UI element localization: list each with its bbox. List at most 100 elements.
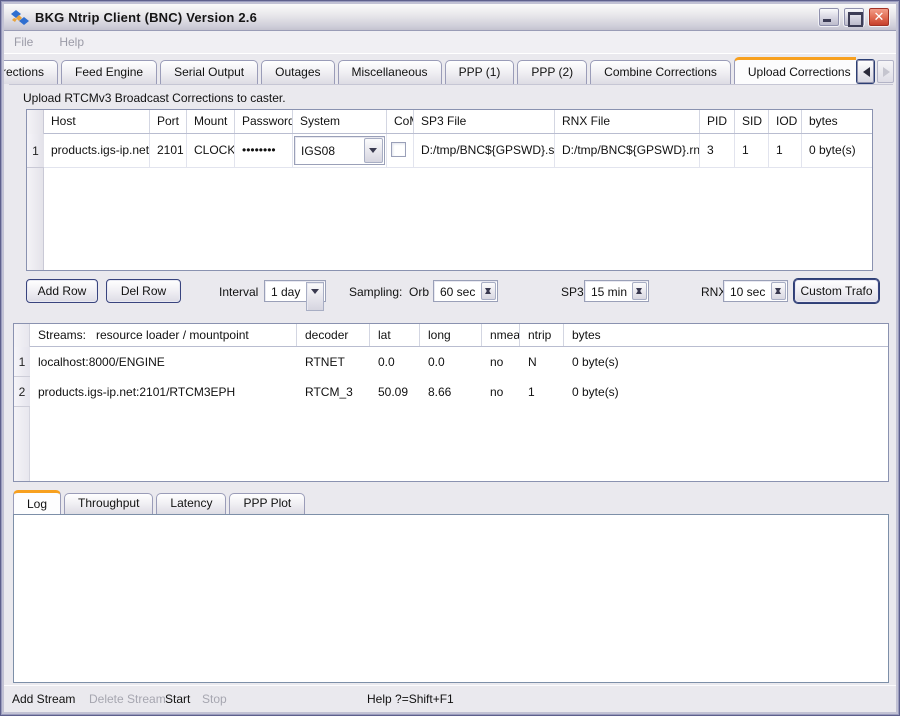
status-bar: Add Stream Delete Stream Start Stop Help… <box>4 685 896 712</box>
col-rnx-file[interactable]: RNX File <box>555 110 700 133</box>
del-row-button[interactable]: Del Row <box>106 279 181 303</box>
start-action[interactable]: Start <box>165 692 190 706</box>
upload-table-header: Host Port Mount Password System CoM SP3 … <box>44 110 872 134</box>
orb-spinbox[interactable]: 60 sec <box>433 280 498 302</box>
tab-log[interactable]: Log <box>13 490 61 514</box>
col-com[interactable]: CoM <box>387 110 414 133</box>
interval-combobox[interactable]: 1 day <box>264 280 326 302</box>
col-mount[interactable]: Mount <box>187 110 235 133</box>
interval-label: Interval <box>219 285 258 299</box>
lat-cell: 0.0 <box>370 347 420 377</box>
stream-bytes-cell: 0 byte(s) <box>564 377 888 407</box>
spin-down-icon <box>775 288 781 296</box>
sp3-spin-buttons[interactable] <box>632 282 647 300</box>
col-host[interactable]: Host <box>44 110 150 133</box>
tab-serial-output[interactable]: Serial Output <box>160 60 258 84</box>
col-nmea[interactable]: nmea <box>482 324 520 346</box>
stream-row[interactable]: localhost:8000/ENGINE RTNET 0.0 0.0 no N… <box>30 347 888 377</box>
ntrip-cell: 1 <box>520 377 564 407</box>
tab-feed-engine[interactable]: Feed Engine <box>61 60 157 84</box>
sp3-value: 15 min <box>591 285 627 299</box>
tab-throughput[interactable]: Throughput <box>64 493 153 514</box>
arrow-right-icon <box>883 67 890 77</box>
stream-row[interactable]: products.igs-ip.net:2101/RTCM3EPH RTCM_3… <box>30 377 888 407</box>
com-checkbox[interactable] <box>391 142 406 157</box>
col-lat[interactable]: lat <box>370 324 420 346</box>
nmea-cell: no <box>482 347 520 377</box>
col-bytes[interactable]: bytes <box>802 110 872 133</box>
maximize-button[interactable] <box>843 7 865 27</box>
col-ntrip[interactable]: ntrip <box>520 324 564 346</box>
tab-scroll-left-button[interactable] <box>857 60 874 83</box>
col-password[interactable]: Password <box>235 110 293 133</box>
tab-ppp-plot[interactable]: PPP Plot <box>229 493 305 514</box>
tab-ppp-1[interactable]: PPP (1) <box>445 60 515 84</box>
menu-bar: File Help <box>4 31 896 54</box>
add-row-button[interactable]: Add Row <box>26 279 98 303</box>
tab-corrections[interactable]: rections <box>4 60 58 84</box>
system-combobox[interactable]: IGS08 <box>294 136 385 165</box>
help-shortcut-label: Help ?=Shift+F1 <box>367 692 454 706</box>
col-stream-bytes[interactable]: bytes <box>564 324 888 346</box>
menu-help[interactable]: Help <box>59 35 84 49</box>
custom-trafo-button[interactable]: Custom Trafo <box>794 279 879 303</box>
chevron-down-icon <box>369 148 377 157</box>
tab-miscellaneous[interactable]: Miscellaneous <box>338 60 442 84</box>
decoder-cell: RTCM_3 <box>297 377 370 407</box>
password-cell[interactable]: •••••••• <box>235 134 293 167</box>
col-system[interactable]: System <box>293 110 387 133</box>
tab-scroll-right-button[interactable] <box>877 60 894 83</box>
col-decoder[interactable]: decoder <box>297 324 370 346</box>
arrow-left-icon <box>863 67 870 77</box>
nmea-cell: no <box>482 377 520 407</box>
tab-outages[interactable]: Outages <box>261 60 334 84</box>
tab-latency[interactable]: Latency <box>156 493 226 514</box>
streams-table: Streams: resource loader / mountpoint de… <box>13 323 889 482</box>
long-cell: 0.0 <box>420 347 482 377</box>
decoder-cell: RTNET <box>297 347 370 377</box>
menu-file[interactable]: File <box>14 35 33 49</box>
spin-down-icon <box>485 288 491 296</box>
iod-cell[interactable]: 1 <box>769 134 802 167</box>
rnx-spinbox[interactable]: 10 sec <box>723 280 788 302</box>
window-title: BKG Ntrip Client (BNC) Version 2.6 <box>35 10 257 25</box>
minimize-button[interactable] <box>818 7 840 27</box>
port-cell[interactable]: 2101 <box>150 134 187 167</box>
interval-dropdown-button[interactable] <box>306 282 324 311</box>
col-streams[interactable]: Streams: resource loader / mountpoint <box>30 324 297 346</box>
app-logo-icon <box>10 9 30 26</box>
col-long[interactable]: long <box>420 324 482 346</box>
col-sp3-file[interactable]: SP3 File <box>414 110 555 133</box>
mount-cell[interactable]: CLOCK <box>187 134 235 167</box>
chevron-down-icon <box>311 289 319 298</box>
col-port[interactable]: Port <box>150 110 187 133</box>
rnx-value: 10 sec <box>730 285 765 299</box>
sp3-spinbox[interactable]: 15 min <box>584 280 649 302</box>
app-window: BKG Ntrip Client (BNC) Version 2.6 ✕ Fil… <box>0 0 900 716</box>
rnx-file-cell[interactable]: D:/tmp/BNC${GPSWD}.rnx <box>555 134 700 167</box>
tab-upload-corrections[interactable]: Upload Corrections <box>734 57 856 84</box>
tab-combine-corrections[interactable]: Combine Corrections <box>590 60 731 84</box>
close-button[interactable]: ✕ <box>868 7 890 27</box>
main-tab-bar: rections Feed Engine Serial Output Outag… <box>4 57 856 84</box>
tab-ppp-2[interactable]: PPP (2) <box>517 60 587 84</box>
col-sid[interactable]: SID <box>735 110 769 133</box>
col-pid[interactable]: PID <box>700 110 735 133</box>
title-bar: BKG Ntrip Client (BNC) Version 2.6 ✕ <box>4 4 896 31</box>
log-panel[interactable] <box>13 514 889 683</box>
sid-cell[interactable]: 1 <box>735 134 769 167</box>
system-cell: IGS08 <box>293 134 387 167</box>
upload-caption: Upload RTCMv3 Broadcast Corrections to c… <box>23 91 286 105</box>
bytes-cell[interactable]: 0 byte(s) <box>802 134 872 167</box>
lat-cell: 50.09 <box>370 377 420 407</box>
pid-cell[interactable]: 3 <box>700 134 735 167</box>
stream-row-number: 2 <box>14 377 30 407</box>
sp3-file-cell[interactable]: D:/tmp/BNC${GPSWD}.sp3 <box>414 134 555 167</box>
combobox-dropdown-button[interactable] <box>364 138 383 163</box>
host-cell[interactable]: products.igs-ip.net <box>44 134 150 167</box>
orb-spin-buttons[interactable] <box>481 282 496 300</box>
rnx-spin-buttons[interactable] <box>771 282 786 300</box>
col-iod[interactable]: IOD <box>769 110 802 133</box>
add-stream-action[interactable]: Add Stream <box>12 692 75 706</box>
sp3-label: SP3 <box>561 285 584 299</box>
